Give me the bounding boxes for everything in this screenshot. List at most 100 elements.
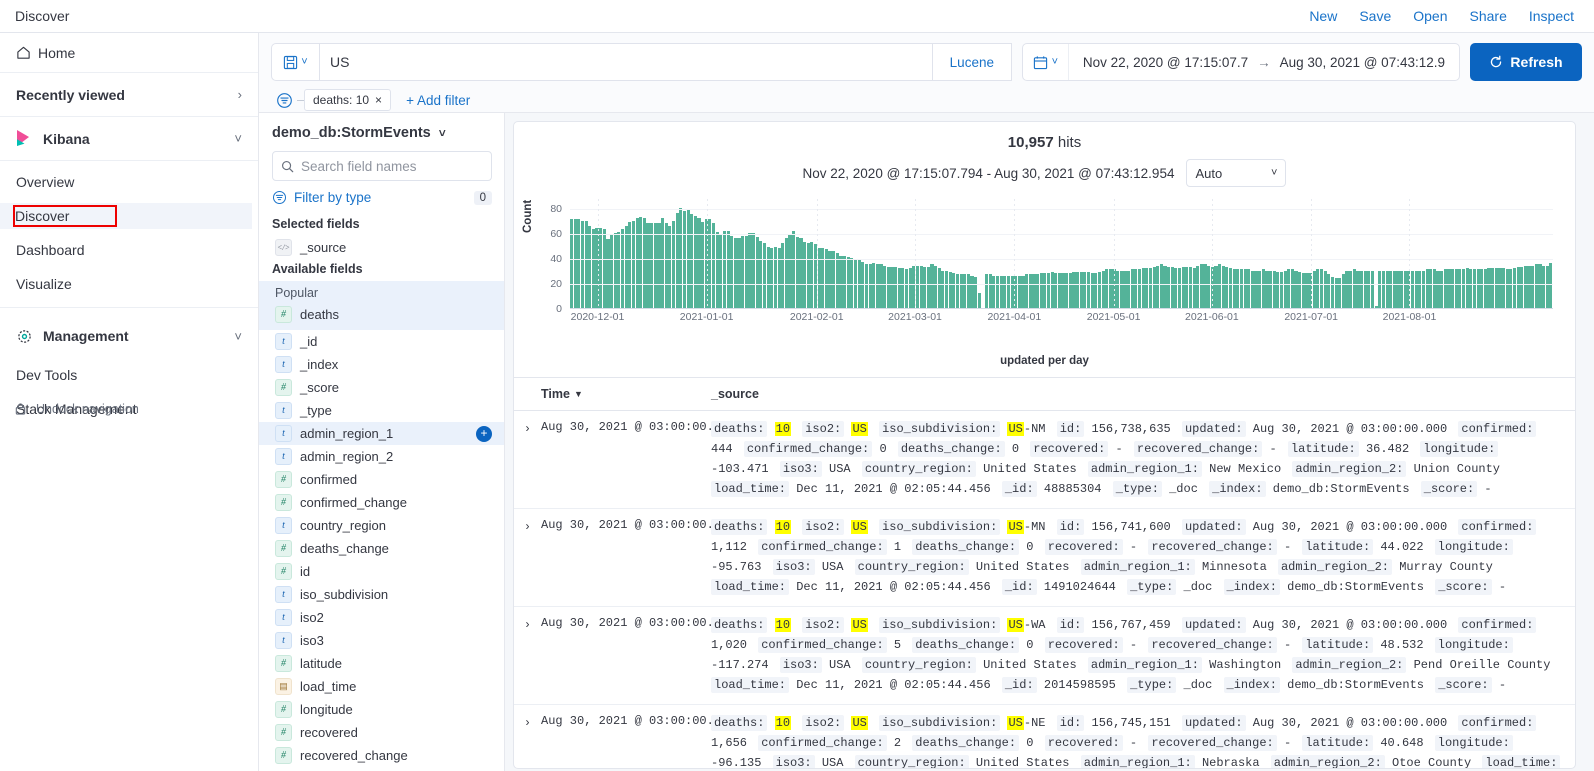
query-language-button[interactable]: Lucene — [932, 43, 1012, 81]
field-type-n-icon: # — [275, 655, 292, 672]
field-key: _id: — [1002, 481, 1037, 497]
highlight: US — [851, 716, 867, 730]
sidebar-item-discover[interactable]: Discover — [0, 203, 252, 229]
header-actions: New Save Open Share Inspect — [1309, 8, 1574, 24]
field-key: load_time: — [711, 481, 789, 497]
chart-plot-area[interactable] — [570, 199, 1553, 309]
search-field-names-input[interactable] — [301, 159, 483, 174]
field-item--source[interactable]: </>_source — [259, 236, 504, 259]
sidebar-group-kibana[interactable]: Kibana ˅ — [0, 117, 258, 161]
filter-by-type-count: 0 — [474, 191, 492, 205]
filter-by-type-button[interactable]: Filter by type 0 — [259, 181, 504, 214]
calendar-button[interactable]: ˅ — [1023, 44, 1069, 80]
query-input-wrapper — [319, 43, 932, 81]
open-link[interactable]: Open — [1413, 8, 1447, 24]
field-value: United States — [983, 462, 1081, 476]
selected-fields-list: </>_source — [259, 236, 504, 259]
field-search-box[interactable] — [272, 151, 492, 181]
expand-row-icon[interactable]: › — [514, 517, 541, 597]
field-item-iso3[interactable]: tiso3 — [259, 629, 504, 652]
field-item-admin-region-2[interactable]: tadmin_region_2 — [259, 445, 504, 468]
field-item-iso2[interactable]: tiso2 — [259, 606, 504, 629]
close-icon[interactable]: × — [375, 93, 382, 107]
index-pattern-selector[interactable]: demo_db:StormEvents ˅ — [259, 113, 504, 151]
date-range-display[interactable]: Nov 22, 2020 @ 17:15:07.7 → Aug 30, 2021… — [1069, 55, 1459, 70]
expand-row-icon[interactable]: › — [514, 419, 541, 499]
new-link[interactable]: New — [1309, 8, 1337, 24]
expand-row-icon[interactable]: › — [514, 713, 541, 769]
sidebar-item-visualize[interactable]: Visualize — [16, 271, 258, 297]
field-item--type[interactable]: t_type — [259, 399, 504, 422]
sidebar-group-management[interactable]: Management ˅ — [0, 314, 258, 358]
filter-pill-deaths[interactable]: deaths: 10 × — [304, 89, 391, 111]
field-key: latitude: — [1288, 441, 1359, 457]
field-key: _score: — [1435, 677, 1491, 693]
table-row: ›Aug 30, 2021 @ 03:00:00.000deaths: 10 i… — [514, 607, 1575, 705]
field-item-longitude[interactable]: #longitude — [259, 698, 504, 721]
field-item-deaths[interactable]: #deaths — [259, 303, 504, 326]
field-key: _index: — [1224, 579, 1280, 595]
field-item-label: deaths — [300, 307, 339, 322]
date-picker[interactable]: ˅ Nov 22, 2020 @ 17:15:07.7 → Aug 30, 20… — [1022, 43, 1460, 81]
chart-vgridline — [817, 199, 818, 308]
chart-x-tick: 2021-02-01 — [790, 311, 844, 323]
chart-vgridline — [1114, 199, 1115, 308]
interval-select[interactable]: Auto ˅ — [1186, 159, 1286, 187]
sidebar-item-dashboard[interactable]: Dashboard — [16, 237, 258, 263]
sidebar-item-home[interactable]: Home — [0, 33, 258, 73]
field-value: United States — [976, 756, 1074, 769]
share-link[interactable]: Share — [1470, 8, 1507, 24]
field-item-country-region[interactable]: tcountry_region — [259, 514, 504, 537]
field-item-recovered[interactable]: #recovered — [259, 721, 504, 744]
field-key: confirmed_change: — [758, 637, 886, 653]
main-content: 10,957 hits Nov 22, 2020 @ 17:15:07.794 … — [505, 113, 1594, 771]
field-type-t-icon: t — [275, 425, 292, 442]
sidebar-item-home-label: Home — [38, 45, 75, 61]
field-item-iso-subdivision[interactable]: tiso_subdivision — [259, 583, 504, 606]
add-field-button[interactable]: + — [476, 426, 492, 442]
available-fields-list: t_idt_index#_scoret_typetadmin_region_1+… — [259, 330, 504, 767]
field-type-t-icon: t — [275, 517, 292, 534]
field-item-label: _source — [300, 240, 346, 255]
filter-connector — [297, 100, 304, 101]
field-item--score[interactable]: #_score — [259, 376, 504, 399]
date-to[interactable]: Aug 30, 2021 @ 07:43:12.9 — [1280, 55, 1445, 70]
search-input[interactable] — [320, 44, 932, 80]
gear-icon — [16, 328, 38, 345]
arrow-right-icon: → — [1257, 55, 1271, 70]
field-item-latitude[interactable]: #latitude — [259, 652, 504, 675]
field-type-d-icon: ▤ — [275, 678, 292, 695]
date-from[interactable]: Nov 22, 2020 @ 17:15:07.7 — [1083, 55, 1248, 70]
expand-row-icon[interactable]: › — [514, 615, 541, 695]
save-link[interactable]: Save — [1359, 8, 1391, 24]
add-filter-button[interactable]: + Add filter — [406, 93, 470, 108]
field-value: demo_db:StormEvents — [1273, 482, 1414, 496]
field-item-load-time[interactable]: ▤load_time — [259, 675, 504, 698]
field-item--index[interactable]: t_index — [259, 353, 504, 376]
filter-options-button[interactable] — [271, 92, 297, 109]
sidebar-item-overview[interactable]: Overview — [16, 169, 258, 195]
field-key: country_region: — [862, 461, 976, 477]
chevron-right-icon: › — [238, 87, 242, 102]
field-key: iso2: — [802, 519, 844, 535]
undock-navigation-button[interactable]: Undock navigation — [0, 402, 259, 416]
nav-divider — [0, 307, 258, 308]
time-column-header[interactable]: Time ▼ — [541, 387, 711, 401]
field-item-recovered-change[interactable]: #recovered_change — [259, 744, 504, 767]
refresh-button[interactable]: Refresh — [1470, 43, 1582, 81]
field-type-t-icon: t — [275, 609, 292, 626]
field-item-deaths-change[interactable]: #deaths_change — [259, 537, 504, 560]
field-item-confirmed-change[interactable]: #confirmed_change — [259, 491, 504, 514]
saved-query-button[interactable]: ˅ — [271, 43, 319, 81]
expand-column-header — [514, 387, 541, 401]
sidebar-item-recently-viewed[interactable]: Recently viewed › — [0, 73, 258, 117]
inspect-link[interactable]: Inspect — [1529, 8, 1574, 24]
field-item--id[interactable]: t_id — [259, 330, 504, 353]
field-item-id[interactable]: #id — [259, 560, 504, 583]
field-item-confirmed[interactable]: #confirmed — [259, 468, 504, 491]
field-key: load_time: — [711, 677, 789, 693]
field-value: 44.022 — [1380, 540, 1427, 554]
field-item-admin-region-1[interactable]: tadmin_region_1+ — [259, 422, 504, 445]
sidebar-item-dev-tools[interactable]: Dev Tools — [16, 362, 258, 388]
field-value: Otoe County — [1392, 756, 1475, 769]
